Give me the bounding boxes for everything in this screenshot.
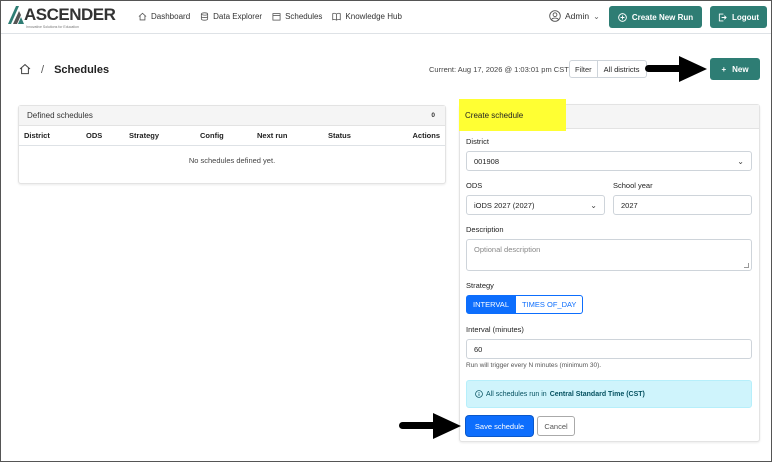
app-window: ASCENDER Innovative Solutions for Educat…: [0, 0, 772, 462]
breadcrumb-separator: /: [41, 64, 45, 76]
nav-schedules-label: Schedules: [285, 12, 323, 21]
brand-tagline: Innovative Solutions for Education: [26, 25, 79, 29]
school-year-label: School year: [613, 181, 653, 190]
column-next-run: Next run: [257, 131, 288, 140]
nav-knowledge-hub-label: Knowledge Hub: [345, 12, 402, 21]
strategy-interval-button[interactable]: INTERVAL: [466, 295, 516, 314]
brand-name: ASCENDER: [24, 5, 116, 24]
district-filter[interactable]: Filter All districts: [569, 60, 647, 78]
logout-label: Logout: [731, 12, 760, 22]
top-navbar: ASCENDER Innovative Solutions for Educat…: [1, 1, 771, 34]
logout-icon: [718, 13, 727, 21]
column-config: Config: [200, 131, 224, 140]
column-status: Status: [328, 131, 351, 140]
nav-data-explorer[interactable]: Data Explorer: [200, 12, 262, 21]
interval-value: 60: [474, 344, 483, 354]
schedule-count-badge: 0: [431, 112, 435, 119]
annotation-arrow-right-icon: [399, 413, 461, 439]
create-new-run-button[interactable]: Create New Run: [609, 6, 702, 28]
nav-schedules[interactable]: Schedules: [272, 12, 322, 21]
create-schedule-title: Create schedule: [459, 99, 566, 131]
strategy-toggle-group: INTERVAL TIMES OF_DAY: [466, 295, 584, 314]
ods-value: iODS 2027 (2027): [474, 200, 535, 210]
nav-dashboard[interactable]: Dashboard: [138, 12, 190, 21]
column-ods: ODS: [86, 131, 103, 140]
nav-dashboard-label: Dashboard: [151, 12, 191, 21]
breadcrumb: / Schedules: [19, 63, 109, 77]
new-schedule-button[interactable]: + New: [710, 58, 760, 80]
ascender-logo[interactable]: ASCENDER Innovative Solutions for Educat…: [8, 5, 116, 29]
info-circle-icon: [475, 390, 483, 398]
ods-label: ODS: [466, 181, 483, 190]
resize-handle-icon[interactable]: [744, 263, 749, 268]
user-avatar-icon: [549, 10, 561, 22]
timezone-info-alert: All schedules run in Central Standard Ti…: [466, 380, 752, 408]
chevron-down-icon: ⌄: [593, 11, 600, 21]
user-menu[interactable]: Admin ⌄: [549, 10, 600, 22]
column-district: District: [24, 131, 50, 140]
create-schedule-header: Create schedule: [459, 99, 759, 131]
calendar-icon: [272, 13, 281, 21]
cancel-button[interactable]: Cancel: [537, 416, 575, 436]
page-title: Schedules: [54, 64, 110, 76]
column-strategy: Strategy: [129, 131, 160, 140]
chevron-down-icon: ⌄: [737, 156, 744, 166]
filter-value: All districts: [603, 64, 640, 74]
nav-knowledge-hub[interactable]: Knowledge Hub: [332, 12, 402, 21]
annotation-arrow-right-icon: [645, 56, 707, 82]
home-icon: [138, 12, 147, 21]
interval-label: Interval (minutes): [466, 325, 524, 334]
create-new-run-label: Create New Run: [631, 12, 694, 22]
strategy-times-of-day-button[interactable]: TIMES OF_DAY: [515, 295, 584, 314]
logo-mark-icon: [8, 6, 24, 24]
book-icon: [332, 12, 342, 21]
column-actions: Actions: [412, 131, 440, 140]
interval-input[interactable]: 60: [466, 339, 752, 359]
info-prefix: All schedules run in: [486, 390, 547, 398]
description-placeholder: Optional description: [474, 245, 541, 254]
district-label: District: [466, 137, 489, 146]
school-year-value: 2027: [621, 200, 638, 210]
interval-hint: Run will trigger every N minutes (minimu…: [466, 362, 602, 369]
new-schedule-label: New: [732, 64, 749, 74]
defined-schedules-title: Defined schedules: [27, 111, 93, 120]
logout-button[interactable]: Logout: [710, 6, 767, 28]
district-value: 001908: [474, 156, 500, 166]
school-year-input[interactable]: 2027: [613, 195, 752, 215]
plus-icon: +: [721, 64, 727, 74]
empty-state-text: No schedules defined yet.: [188, 156, 276, 165]
description-label: Description: [466, 225, 504, 234]
user-name: Admin: [565, 11, 590, 21]
info-timezone: Central Standard Time (CST): [549, 390, 645, 398]
main-nav: Dashboard Data Explorer Schedules Knowle…: [138, 12, 402, 21]
create-schedule-card: Create schedule District 001908 ⌄ ODS iO…: [459, 99, 760, 442]
schedules-table-header: District ODS Strategy Config Next run St…: [19, 126, 445, 146]
nav-data-explorer-label: Data Explorer: [213, 12, 263, 21]
description-textarea[interactable]: Optional description: [466, 239, 752, 271]
breadcrumb-home-icon[interactable]: [19, 63, 31, 77]
defined-schedules-header: Defined schedules 0: [19, 106, 445, 126]
current-time: Current: Aug 17, 2026 @ 1:03:01 pm CST: [429, 65, 569, 74]
defined-schedules-card: Defined schedules 0 District ODS Strateg…: [18, 105, 446, 184]
ods-select[interactable]: iODS 2027 (2027) ⌄: [466, 195, 605, 215]
strategy-label: Strategy: [466, 281, 494, 290]
chevron-down-icon: ⌄: [590, 200, 597, 210]
district-select[interactable]: 001908 ⌄: [466, 151, 752, 171]
filter-label: Filter: [570, 61, 598, 77]
save-schedule-button[interactable]: Save schedule: [466, 416, 533, 436]
plus-circle-icon: [617, 12, 627, 22]
database-icon: [201, 12, 209, 21]
